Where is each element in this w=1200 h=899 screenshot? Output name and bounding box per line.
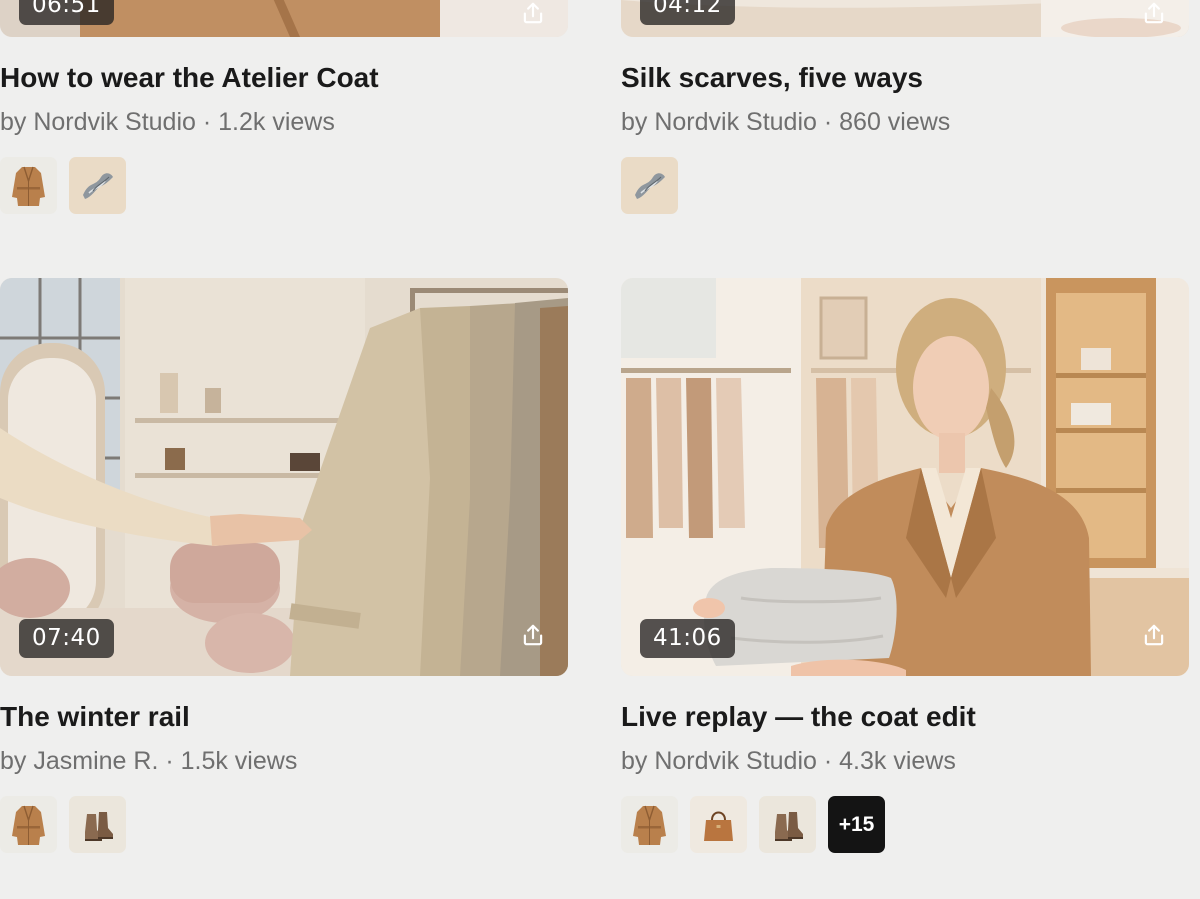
share-button[interactable]	[516, 0, 550, 30]
product-list	[621, 157, 1189, 214]
duration-badge: 06:51	[19, 0, 114, 25]
video-title[interactable]: Live replay — the coat edit	[621, 701, 1189, 733]
share-upload-icon	[1141, 0, 1167, 26]
duration-badge: 07:40	[19, 619, 114, 658]
video-thumbnail[interactable]: 07:40	[0, 278, 568, 676]
scarf-thumbnail	[69, 157, 126, 214]
video-card[interactable]: 07:40 The winter rail by Jasmine R. · 1.…	[0, 278, 568, 853]
video-meta: by Nordvik Studio · 860 views	[621, 108, 951, 136]
share-upload-icon	[1141, 622, 1167, 648]
video-card[interactable]: 04:12 Silk scarves, five ways by Nordvik…	[621, 0, 1189, 214]
video-meta: by Nordvik Studio · 4.3k views	[621, 747, 956, 775]
share-button[interactable]	[1137, 618, 1171, 652]
product-thumbnail-scarf[interactable]	[69, 157, 126, 214]
video-title[interactable]: Silk scarves, five ways	[621, 62, 1189, 94]
video-card[interactable]: 41:06 Live replay — the coat edit by Nor…	[621, 278, 1189, 853]
scarf-thumbnail	[621, 157, 678, 214]
share-button[interactable]	[1137, 0, 1171, 30]
video-card[interactable]: 06:51 How to wear the Atelier Coat by No…	[0, 0, 568, 214]
more-products-button[interactable]: +15	[828, 796, 885, 853]
boots-thumbnail	[759, 796, 816, 853]
video-thumbnail[interactable]: 04:12	[621, 0, 1189, 37]
video-meta: by Nordvik Studio · 1.2k views	[0, 108, 335, 136]
coat-thumbnail	[0, 157, 57, 214]
video-title[interactable]: How to wear the Atelier Coat	[0, 62, 568, 94]
product-thumbnail-coat[interactable]	[0, 796, 57, 853]
product-list	[0, 157, 568, 214]
video-thumbnail[interactable]: 06:51	[0, 0, 568, 37]
video-preview-image	[0, 278, 568, 676]
product-thumbnail-bag[interactable]	[690, 796, 747, 853]
share-button[interactable]	[516, 618, 550, 652]
product-list: +15	[621, 796, 1189, 853]
video-preview-image	[621, 278, 1189, 676]
product-thumbnail-coat[interactable]	[0, 157, 57, 214]
product-thumbnail-boots[interactable]	[69, 796, 126, 853]
product-thumbnail-coat[interactable]	[621, 796, 678, 853]
boots-thumbnail	[69, 796, 126, 853]
share-upload-icon	[520, 622, 546, 648]
product-thumbnail-boots[interactable]	[759, 796, 816, 853]
coat-thumbnail	[621, 796, 678, 853]
share-upload-icon	[520, 0, 546, 26]
coat-thumbnail	[0, 796, 57, 853]
duration-badge: 41:06	[640, 619, 735, 658]
product-list	[0, 796, 568, 853]
bag-thumbnail	[690, 796, 747, 853]
video-meta: by Jasmine R. · 1.5k views	[0, 747, 298, 775]
video-title[interactable]: The winter rail	[0, 701, 568, 733]
duration-badge: 04:12	[640, 0, 735, 25]
video-thumbnail[interactable]: 41:06	[621, 278, 1189, 676]
product-thumbnail-scarf[interactable]	[621, 157, 678, 214]
